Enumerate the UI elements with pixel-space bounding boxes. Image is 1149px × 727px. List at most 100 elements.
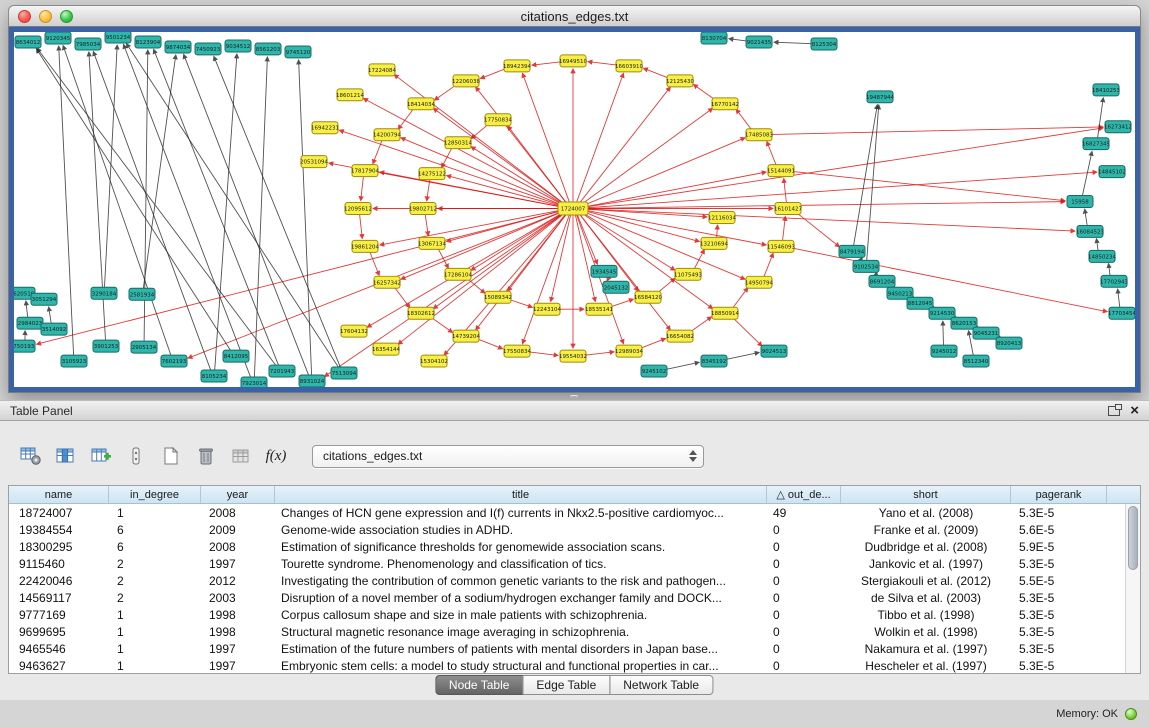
graph-node[interactable]: 14275122 [418,168,446,180]
graph-node[interactable]: 8691204 [869,275,895,287]
graph-node[interactable]: 9024513 [761,345,787,357]
graph-node[interactable]: 8620153 [951,317,977,329]
graph-node[interactable]: 20531094 [300,156,328,168]
graph-node[interactable]: 3901253 [93,340,119,352]
graph-node[interactable]: 16354144 [372,343,400,355]
delete-column-button[interactable] [193,443,219,469]
graph-node[interactable]: 3290184 [91,287,117,299]
graph-node[interactable]: 8512340 [963,355,989,367]
import-table-button[interactable] [228,443,254,469]
graph-node[interactable]: 9214530 [929,307,955,319]
column-header-out_degree[interactable]: △ out_de... [767,486,841,503]
graph-node[interactable]: 17750834 [484,114,512,126]
graph-node[interactable]: 15304102 [420,355,448,367]
table-row[interactable]: 911546021997Tourette syndrome. Phenomeno… [9,555,1125,572]
graph-node[interactable]: 9120345 [45,32,71,44]
graph-node[interactable]: 9745120 [285,46,311,58]
graph-node[interactable]: 8105234 [201,370,227,382]
graph-node[interactable]: 18414034 [407,98,435,110]
graph-node[interactable]: 17702943 [1100,275,1128,287]
table-row[interactable]: 2242004622012Investigating the contribut… [9,572,1125,589]
graph-node[interactable]: 9874034 [165,41,191,53]
window-titlebar[interactable]: citations_edges.txt [8,5,1141,27]
graph-node[interactable]: 16603910 [615,60,643,72]
graph-node[interactable]: 14950794 [745,276,773,288]
graph-node[interactable]: 13067134 [418,237,446,249]
graph-node[interactable]: 9045231 [973,327,999,339]
graph-node[interactable]: 9245012 [931,345,957,357]
graph-node[interactable]: 15089342 [484,291,512,303]
float-panel-icon[interactable] [1108,406,1120,416]
graph-node[interactable]: 19802712 [409,203,437,215]
table-row[interactable]: 946362711997Embryonic stem cells: a mode… [9,657,1125,673]
graph-node[interactable]: 15958 [1067,196,1093,208]
graph-node[interactable]: 12116034 [708,211,736,223]
graph-node[interactable]: 9245102 [641,365,667,377]
tab-node-table[interactable]: Node Table [435,675,524,695]
graph-node[interactable]: 16827345 [1082,138,1110,150]
graph-node[interactable]: 16257342 [373,276,401,288]
graph-node[interactable]: 17286104 [444,268,472,280]
minimize-window-button[interactable] [39,10,52,23]
graph-node[interactable]: 8812045 [907,297,933,309]
graph-node[interactable]: 18850914 [711,307,739,319]
graph-node[interactable]: 17703454 [1108,307,1135,319]
graph-node[interactable]: 16273412 [1104,121,1132,133]
column-header-year[interactable]: year [201,486,275,503]
graph-node[interactable]: 18942394 [503,60,531,72]
graph-node[interactable]: 14739204 [452,330,480,342]
graph-node[interactable]: 18535141 [585,303,613,315]
new-column-button[interactable] [88,443,114,469]
graph-node[interactable]: 11075493 [674,268,702,280]
graph-node[interactable]: 16770142 [711,98,739,110]
graph-node[interactable]: 8561203 [255,43,281,55]
graph-node[interactable]: 14200794 [373,129,401,141]
panel-splitter[interactable] [0,393,1149,400]
table-row[interactable]: 1872400712008Changes of HCN gene express… [9,504,1125,521]
graph-node[interactable]: 17550834 [503,345,531,357]
graph-node[interactable]: 2045132 [603,281,629,293]
graph-node[interactable]: 12125430 [666,75,694,87]
graph-node[interactable]: 14845102 [1098,166,1126,178]
vertical-scrollbar[interactable] [1125,504,1140,673]
graph-node[interactable]: 12095612 [344,203,372,215]
tab-edge-table[interactable]: Edge Table [522,675,610,695]
graph-node[interactable]: 16084523 [1076,225,1104,237]
graph-node[interactable]: 17604132 [340,325,368,337]
graph-node[interactable]: 17485083 [745,129,773,141]
zoom-window-button[interactable] [60,10,73,23]
graph-node[interactable]: 8920413 [996,337,1022,349]
graph-node[interactable]: 19861204 [351,240,379,252]
new-table-button[interactable] [158,443,184,469]
column-header-short[interactable]: short [841,486,1011,503]
table-settings-button[interactable] [18,443,44,469]
table-row[interactable]: 946554611997Estimation of the future num… [9,640,1125,657]
graph-node[interactable]: 16942231 [311,122,339,134]
graph-node[interactable]: 7450923 [195,43,221,55]
graph-node[interactable]: 14850234 [1088,250,1116,262]
graph-node[interactable]: 3051294 [31,293,57,305]
graph-node[interactable]: 9501234 [105,32,131,43]
graph-node[interactable]: 9034512 [225,40,251,52]
graph-node[interactable]: 2581934 [129,288,155,300]
graph-node[interactable]: 17224084 [368,64,396,76]
graph-node[interactable]: 8931024 [299,375,325,387]
graph-node[interactable]: 1934545 [591,265,617,277]
tab-network-table[interactable]: Network Table [609,675,713,695]
graph-node[interactable]: 18410253 [1092,84,1120,96]
graph-node[interactable]: 2905134 [131,341,157,353]
graph-node[interactable]: 12989034 [615,345,643,357]
graph-node[interactable]: 8634012 [15,36,41,48]
graph-node[interactable]: 12206038 [452,75,480,87]
table-row[interactable]: 1456911722003Disruption of a novel membe… [9,589,1125,606]
close-panel-icon[interactable]: × [1130,403,1139,418]
graph-node[interactable]: 12243104 [533,303,561,315]
graph-node[interactable]: 7513094 [331,367,357,379]
graph-node[interactable]: 7985034 [75,38,101,50]
column-header-pagerank[interactable]: pagerank [1011,486,1107,503]
graph-node[interactable]: 8412095 [223,350,249,362]
graph-node[interactable]: 12850314 [444,137,472,149]
table-selector-dropdown[interactable]: citations_edges.txt [312,445,704,468]
graph-node[interactable]: 9102534 [853,260,879,272]
graph-node[interactable]: 19487944 [866,91,894,103]
